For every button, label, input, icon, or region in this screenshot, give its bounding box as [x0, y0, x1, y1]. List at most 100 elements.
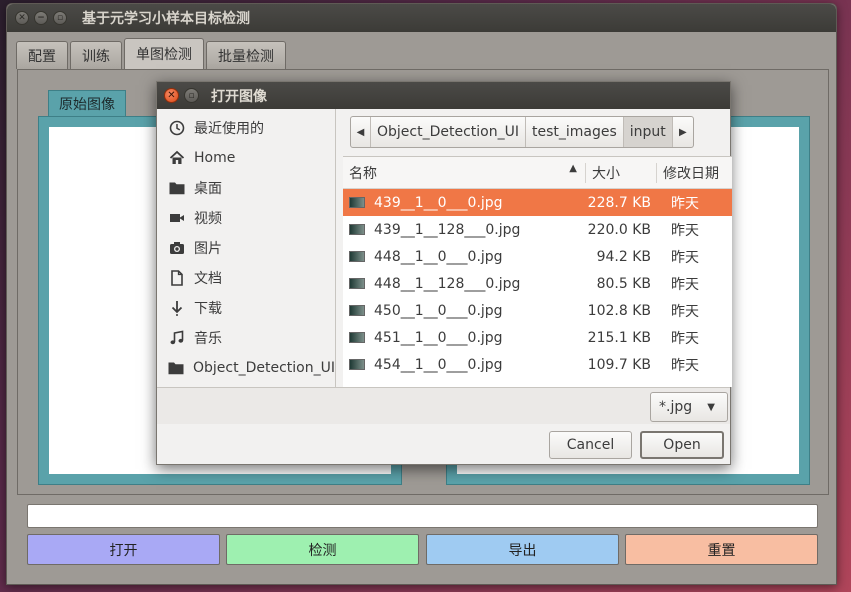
tab-batch-detect[interactable]: 批量检测 [206, 41, 286, 69]
place-documents[interactable]: 文档 [157, 263, 335, 293]
file-modified: 昨天 [671, 357, 699, 374]
window-title: 基于元学习小样本目标检测 [82, 11, 250, 27]
breadcrumb-test-images[interactable]: test_images [526, 117, 624, 147]
file-name: 454__1__0___0.jpg [374, 356, 503, 373]
tab-config[interactable]: 配置 [16, 41, 68, 69]
filter-bar: *.jpg ▼ [157, 387, 730, 424]
breadcrumb-object-detection-ui[interactable]: Object_Detection_UI [371, 117, 526, 147]
folder-icon [168, 360, 184, 377]
place-object-detection-ui[interactable]: Object_Detection_UI [157, 353, 335, 383]
file-size: 102.8 KB [587, 302, 651, 319]
place-label: 视频 [194, 211, 222, 227]
dialog-minimize-button[interactable]: ▫ [184, 88, 199, 103]
file-name: 448__1__0___0.jpg [374, 248, 503, 265]
column-size[interactable]: 大小 [586, 162, 657, 183]
place-recent[interactable]: 最近使用的 [157, 113, 335, 143]
file-list-header: 名称 ▲ 大小 修改日期 [343, 157, 732, 189]
file-row[interactable]: 450__1__0___0.jpg 102.8 KB 昨天 [343, 297, 732, 324]
minimize-window-button[interactable]: − [34, 11, 48, 25]
breadcrumb-back-arrow-icon[interactable]: ◀ [351, 117, 371, 147]
image-thumbnail-icon [349, 251, 365, 262]
file-modified: 昨天 [671, 330, 699, 347]
place-label: 文档 [194, 271, 222, 287]
place-pictures[interactable]: 图片 [157, 233, 335, 263]
document-icon [168, 270, 185, 287]
place-downloads[interactable]: 下载 [157, 293, 335, 323]
path-breadcrumb: ◀ Object_Detection_UI test_images input … [350, 116, 694, 148]
image-thumbnail-icon [349, 278, 365, 289]
camera-icon [168, 240, 185, 257]
place-label: Home [194, 150, 236, 166]
tab-single-detect[interactable]: 单图检测 [124, 38, 204, 69]
main-tabbar: 配置 训练 单图检测 批量检测 [16, 38, 288, 69]
file-modified: 昨天 [671, 249, 699, 266]
folder-icon [168, 180, 185, 197]
file-size: 220.0 KB [587, 221, 651, 238]
file-name: 439__1__0___0.jpg [374, 194, 503, 211]
home-icon [168, 150, 185, 167]
video-icon [168, 210, 185, 227]
tab-original-image[interactable]: 原始图像 [48, 90, 126, 117]
clock-icon [168, 120, 185, 137]
place-desktop[interactable]: 桌面 [157, 173, 335, 203]
dialog-close-button[interactable]: ✕ [164, 88, 179, 103]
download-icon [168, 300, 185, 317]
image-thumbnail-icon [349, 305, 365, 316]
place-music[interactable]: 音乐 [157, 323, 335, 353]
file-name: 439__1__128___0.jpg [374, 221, 521, 238]
place-label: 最近使用的 [194, 121, 264, 137]
file-modified: 昨天 [671, 303, 699, 320]
filter-value: *.jpg [659, 399, 693, 415]
open-image-dialog: ✕ ▫ 打开图像 最近使用的 Home 桌面 视频 图片 文档 下载 音乐 Ob… [156, 81, 732, 465]
file-size: 109.7 KB [587, 356, 651, 373]
file-row[interactable]: 454__1__0___0.jpg 109.7 KB 昨天 [343, 351, 732, 378]
close-window-button[interactable]: ✕ [15, 11, 29, 25]
path-input[interactable] [27, 504, 818, 528]
file-size: 215.1 KB [587, 329, 651, 346]
image-thumbnail-icon [349, 359, 365, 370]
column-name[interactable]: 名称 ▲ [343, 162, 586, 183]
open-button[interactable]: 打开 [27, 534, 220, 565]
tab-train[interactable]: 训练 [70, 41, 122, 69]
maximize-window-button[interactable]: ▫ [53, 11, 67, 25]
file-row[interactable]: 439__1__128___0.jpg 220.0 KB 昨天 [343, 216, 732, 243]
file-row[interactable]: 451__1__0___0.jpg 215.1 KB 昨天 [343, 324, 732, 351]
column-name-label: 名称 [349, 165, 377, 182]
dropdown-arrow-icon: ▼ [707, 401, 715, 413]
file-row[interactable]: 448__1__128___0.jpg 80.5 KB 昨天 [343, 270, 732, 297]
file-name: 450__1__0___0.jpg [374, 302, 503, 319]
dialog-title: 打开图像 [211, 88, 267, 105]
file-row[interactable]: 448__1__0___0.jpg 94.2 KB 昨天 [343, 243, 732, 270]
file-name: 448__1__128___0.jpg [374, 275, 521, 292]
places-sidebar: 最近使用的 Home 桌面 视频 图片 文档 下载 音乐 Object_Dete… [157, 109, 336, 387]
sort-ascending-icon: ▲ [569, 162, 577, 174]
dialog-title-bar: ✕ ▫ 打开图像 [157, 82, 730, 109]
place-label: 下载 [194, 301, 222, 317]
file-modified: 昨天 [671, 195, 699, 212]
place-label: 图片 [194, 241, 222, 257]
cancel-button[interactable]: Cancel [549, 431, 632, 459]
breadcrumb-forward-arrow-icon[interactable]: ▶ [673, 117, 693, 147]
open-file-button[interactable]: Open [640, 431, 724, 459]
file-size: 228.7 KB [587, 194, 651, 211]
place-label: 桌面 [194, 181, 222, 197]
detect-button[interactable]: 检测 [226, 534, 419, 565]
column-modified[interactable]: 修改日期 [657, 163, 732, 183]
place-videos[interactable]: 视频 [157, 203, 335, 233]
file-size: 94.2 KB [596, 248, 651, 265]
breadcrumb-input[interactable]: input [623, 117, 673, 147]
file-size: 80.5 KB [596, 275, 651, 292]
export-button[interactable]: 导出 [426, 534, 619, 565]
file-type-filter[interactable]: *.jpg ▼ [650, 392, 728, 422]
file-modified: 昨天 [671, 222, 699, 239]
place-home[interactable]: Home [157, 143, 335, 173]
title-bar: ✕ − ▫ 基于元学习小样本目标检测 [7, 4, 836, 32]
music-icon [168, 330, 185, 347]
place-label: Object_Detection_UI [193, 360, 335, 376]
image-thumbnail-icon [349, 224, 365, 235]
file-row[interactable]: 439__1__0___0.jpg 228.7 KB 昨天 [343, 189, 732, 216]
file-list: 名称 ▲ 大小 修改日期 439__1__0___0.jpg 228.7 KB … [343, 156, 732, 387]
file-modified: 昨天 [671, 276, 699, 293]
reset-button[interactable]: 重置 [625, 534, 818, 565]
place-label: 音乐 [194, 331, 222, 347]
